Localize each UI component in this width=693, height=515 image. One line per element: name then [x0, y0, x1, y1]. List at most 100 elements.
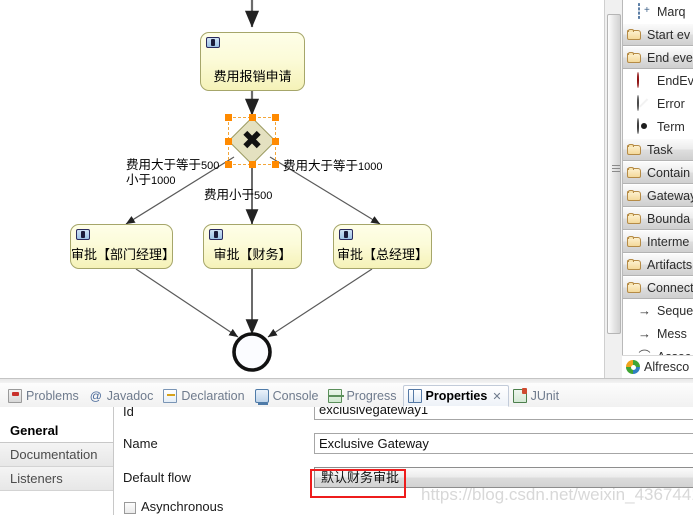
tab-label: JUnit: [530, 389, 560, 403]
palette-item-message-flow[interactable]: → Mess: [623, 322, 693, 345]
palette-group-label: Gateway: [647, 188, 693, 203]
junit-icon: [512, 388, 527, 403]
folder-icon: [627, 144, 642, 155]
folder-icon: [627, 52, 642, 63]
folder-icon: [627, 259, 642, 270]
resize-handle-w[interactable]: [225, 137, 232, 145]
palette-item-end-event[interactable]: EndEv: [623, 69, 693, 92]
user-task-icon: [206, 37, 220, 48]
asynchronous-label: Asynchronous: [141, 499, 224, 514]
alfresco-label: Alfresco: [644, 360, 690, 374]
end-event-icon: [637, 72, 652, 88]
task-node[interactable]: 审批【财务】: [203, 224, 302, 269]
resize-handle-n[interactable]: [248, 114, 256, 121]
folder-icon: [627, 29, 642, 40]
scrollbar-thumb[interactable]: [607, 14, 621, 334]
sequence-flow-connections: [125, 0, 381, 372]
palette-group-boundary[interactable]: Bounda: [623, 207, 693, 230]
exclusive-gateway-node[interactable]: ✖: [224, 113, 280, 169]
watermark-text: https://blog.csdn.net/weixin_43674414: [421, 485, 693, 504]
resize-handle-ne[interactable]: [272, 114, 279, 121]
resize-handle-sw[interactable]: [225, 161, 232, 168]
properties-tab-list[interactable]: General Documentation Listeners: [0, 407, 114, 515]
palette-group-start-event[interactable]: Start ev: [623, 23, 693, 46]
console-icon: [254, 389, 269, 405]
error-event-icon: [637, 95, 652, 111]
palette-group-label: Contain: [647, 165, 691, 180]
arrow-icon: →: [638, 303, 651, 318]
palette-item-error-end-event[interactable]: Error: [623, 92, 693, 115]
palette-item-label: Term: [657, 119, 685, 134]
palette-item-marquee[interactable]: Marq: [623, 0, 693, 23]
user-task-icon: [339, 229, 353, 240]
view-tab-bar[interactable]: Problems @ Javadoc Declaration Console P…: [0, 383, 693, 408]
properties-icon: [407, 389, 422, 403]
palette-group-label: Bounda: [647, 211, 691, 226]
task-node[interactable]: 审批【部门经理】: [70, 224, 175, 269]
palette-group-label: End eve: [647, 50, 693, 65]
asynchronous-checkbox[interactable]: [124, 502, 136, 514]
tab-javadoc[interactable]: @ Javadoc: [85, 385, 160, 407]
tab-properties[interactable]: Properties ✕: [402, 385, 509, 407]
palette-group-label: Artifacts: [647, 257, 693, 272]
task-node[interactable]: 审批【总经理】: [333, 224, 432, 269]
folder-icon: [627, 167, 642, 178]
prop-tab-listeners[interactable]: Listeners: [0, 467, 113, 491]
palette-group-end-event[interactable]: End eve: [623, 46, 693, 69]
palette-group-artifacts[interactable]: Artifacts: [623, 253, 693, 276]
tab-label: Declaration: [181, 389, 245, 403]
tab-problems[interactable]: Problems: [4, 385, 85, 407]
id-input[interactable]: exclusivegateway1: [314, 407, 693, 420]
palette-item-label: Seque: [657, 303, 693, 318]
close-icon[interactable]: ✕: [492, 390, 501, 403]
prop-tab-label: Listeners: [10, 471, 63, 486]
name-input[interactable]: Exclusive Gateway: [314, 433, 693, 454]
eclipse-bpmn-editor-window: 费用报销申请 ✖ 费用大于等于500 小于1000 费用小于500 费用大于等于…: [0, 0, 693, 515]
tab-label: Javadoc: [106, 389, 154, 403]
prop-tab-documentation[interactable]: Documentation: [0, 443, 113, 467]
javadoc-icon: @: [89, 389, 102, 403]
palette-group-gateway[interactable]: Gateway: [623, 184, 693, 207]
prop-tab-spacer: [0, 407, 113, 419]
palette-group-connectors[interactable]: Connect: [623, 276, 693, 299]
tab-label: Properties: [425, 389, 488, 403]
tab-junit[interactable]: JUnit: [509, 385, 565, 407]
tab-progress[interactable]: Progress: [324, 385, 402, 407]
palette-group-intermediate[interactable]: Interme: [623, 230, 693, 253]
declaration-icon: [163, 389, 178, 403]
palette-item-sequence-flow[interactable]: → Seque: [623, 299, 693, 322]
palette-item-label: Error: [657, 96, 685, 111]
resize-handle-s[interactable]: [248, 161, 256, 168]
prop-tab-general[interactable]: General: [0, 419, 113, 443]
bpmn-palette[interactable]: Marq Start ev End eve EndEv Error Term T…: [622, 0, 693, 378]
selection-outline: [228, 117, 276, 165]
palette-item-terminate-event[interactable]: Term: [623, 115, 693, 138]
problems-icon: [8, 389, 22, 403]
tab-label: Progress: [346, 389, 397, 403]
palette-item-label: Mess: [657, 326, 687, 341]
prop-tab-label: General: [10, 423, 59, 438]
task-label: 费用报销申请: [213, 69, 292, 84]
folder-icon: [627, 236, 642, 247]
folder-icon: [627, 213, 642, 224]
terminate-event-icon: [637, 118, 652, 134]
task-node[interactable]: 费用报销申请: [200, 32, 305, 91]
tab-declaration[interactable]: Declaration: [159, 385, 250, 407]
palette-group-container[interactable]: Contain: [623, 161, 693, 184]
palette-group-label: Task: [647, 142, 673, 157]
alfresco-logo-icon: [626, 360, 640, 374]
palette-footer-alfresco[interactable]: Alfresco: [622, 355, 693, 378]
user-task-icon: [76, 229, 90, 240]
canvas-vertical-scrollbar[interactable]: ▼: [604, 0, 693, 515]
palette-group-task[interactable]: Task: [623, 138, 693, 161]
resize-handle-nw[interactable]: [225, 114, 232, 121]
resize-handle-se[interactable]: [272, 161, 279, 168]
tab-label: Problems: [26, 389, 79, 403]
palette-item-label: EndEv: [657, 73, 693, 88]
scrollbar-grip: [612, 165, 620, 172]
resize-handle-e[interactable]: [272, 137, 279, 145]
marquee-icon: [637, 3, 652, 19]
tab-console[interactable]: Console: [251, 385, 325, 407]
progress-icon: [328, 389, 345, 403]
bpmn-diagram-canvas[interactable]: 费用报销申请 ✖ 费用大于等于500 小于1000 费用小于500 费用大于等于…: [0, 0, 612, 378]
